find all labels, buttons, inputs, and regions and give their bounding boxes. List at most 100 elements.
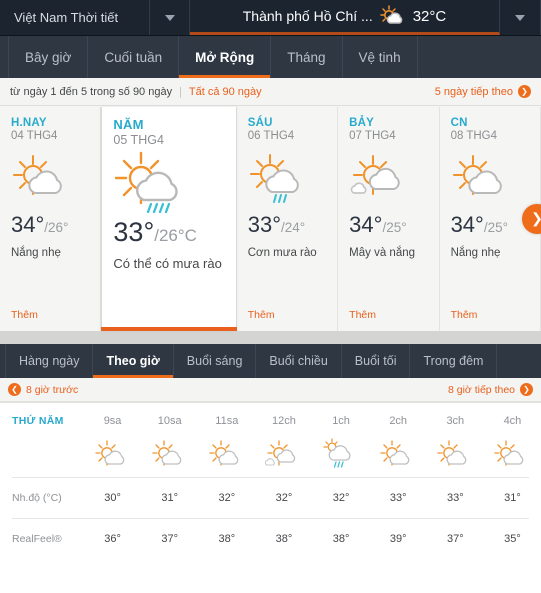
prev-hours-button[interactable]: ❮ 8 giờ trước — [8, 383, 78, 396]
low-temp: /26° — [44, 220, 69, 235]
condition-phrase: Mây và nắng — [349, 247, 416, 259]
tab-buoi-sang[interactable]: Buổi sáng — [174, 344, 257, 378]
more-link[interactable]: Thêm — [11, 309, 38, 321]
hourly-times-row: THỨ NĂM 9sa 10sa 11sa 12ch 1ch 2ch 3ch 4… — [0, 403, 541, 435]
realfeel-cell: 35° — [504, 533, 521, 545]
more-link[interactable]: Thêm — [451, 309, 478, 321]
sun-cloud-rain-icon — [323, 437, 359, 472]
realfeel-row-label: RealFeel® — [12, 533, 62, 545]
day-card-bay[interactable]: BẢY 07 THG4 34°/25° Mây và nắng Thêm — [338, 107, 440, 331]
tab-label: Mở Rộng — [195, 49, 255, 65]
sun-cloud-icon — [451, 153, 513, 205]
all-days-link[interactable]: Tất cả 90 ngày — [189, 86, 262, 98]
low-temp: /24° — [281, 220, 306, 235]
temperature-row: Nh.độ (°C) 30° 31° 32° 32° 32° 33° 33° 3… — [0, 478, 541, 518]
sun-cloud-icon — [94, 439, 131, 470]
realfeel-cell: 38° — [275, 533, 293, 545]
more-link[interactable]: Thêm — [349, 309, 376, 321]
hourly-table: THỨ NĂM 9sa 10sa 11sa 12ch 1ch 2ch 3ch 4… — [0, 403, 541, 559]
city-dropdown-button[interactable] — [500, 0, 541, 35]
tab-label: Buổi sáng — [186, 354, 243, 368]
weather-icon-wrap — [11, 148, 89, 210]
tab-trong-dem[interactable]: Trong đêm — [410, 344, 498, 378]
weather-icon-wrap — [349, 148, 427, 210]
condition-phrase: Nắng nhẹ — [11, 247, 61, 259]
realfeel-row: RealFeel® 36° 37° 38° 38° 38° 39° 37° 35… — [0, 519, 541, 559]
sun-cloud-icon — [437, 439, 473, 470]
hour-icon-cell — [141, 439, 198, 473]
hour-time: 2ch — [389, 415, 408, 427]
low-temp: /25° — [483, 220, 509, 235]
day-date: 04 THG4 — [11, 130, 58, 142]
chevron-down-icon — [164, 14, 175, 21]
hour-icon-cell — [84, 439, 141, 473]
tab-label: Theo giờ — [106, 354, 160, 368]
temperature-cell: 32° — [332, 492, 350, 504]
tab-thang[interactable]: Tháng — [271, 36, 343, 78]
chevron-right-icon: ❯ — [531, 210, 541, 227]
hour-time: 12ch — [272, 415, 296, 427]
day-of-week: CN — [450, 117, 468, 129]
low-temp: /26°C — [154, 226, 197, 245]
more-link[interactable]: Thêm — [248, 309, 275, 321]
day-card-sau[interactable]: SÁU 06 THG4 33°/24° Cơn mưa rào Thêm — [237, 107, 339, 331]
hour-icon-cell — [370, 439, 427, 473]
weather-icon-wrap — [248, 148, 326, 210]
temperature-row-label: Nh.độ (°C) — [12, 492, 62, 504]
tab-theo-gio[interactable]: Theo giờ — [93, 344, 174, 378]
temperature-group: 33°/24° — [248, 212, 326, 238]
tab-bay-gio[interactable]: Bây giờ — [8, 36, 89, 78]
tab-ve-tinh[interactable]: Vệ tinh — [343, 36, 418, 78]
temperature-cell: 31° — [504, 492, 521, 504]
day-date: 06 THG4 — [247, 130, 295, 142]
hour-icon-cell — [255, 439, 312, 473]
day-of-week: BẢY — [349, 117, 375, 129]
sun-cloud-small-icon — [264, 439, 303, 470]
temperature-group: 34°/25° — [349, 212, 427, 238]
weather-app: Việt Nam Thời tiết Thành phố Hồ Chí ... — [0, 0, 541, 593]
city-selector[interactable]: Thành phố Hồ Chí ... 32°C — [190, 0, 500, 35]
tab-buoi-chieu[interactable]: Buổi chiều — [256, 344, 342, 378]
sun-cloud-icon — [152, 439, 188, 470]
tab-label: Buổi tối — [354, 354, 397, 368]
realfeel-cell: 38° — [218, 533, 236, 545]
tab-buoi-toi[interactable]: Buổi tối — [342, 344, 411, 378]
realfeel-cell: 37° — [446, 533, 464, 545]
hour-icon-cell — [313, 437, 370, 475]
day-date: 07 THG4 — [349, 130, 396, 142]
arrow-left-circle-icon: ❮ — [8, 383, 21, 396]
temperature-cell: 32° — [275, 492, 293, 504]
hour-time: 10sa — [157, 415, 182, 427]
sun-cloud-icon — [209, 439, 245, 470]
next-hours-button[interactable]: 8 giờ tiếp theo ❯ — [448, 383, 533, 396]
next-hours-label: 8 giờ tiếp theo — [447, 383, 515, 396]
country-selector[interactable]: Việt Nam Thời tiết — [0, 0, 150, 35]
temperature-cell: 33° — [389, 492, 407, 504]
realfeel-cell: 37° — [161, 533, 178, 545]
condition-phrase: Cơn mưa rào — [247, 247, 317, 259]
high-temp: 33° — [113, 217, 155, 247]
hour-time: 9sa — [103, 415, 122, 427]
day-of-week: NĂM — [113, 117, 144, 132]
range-separator: | — [179, 85, 183, 98]
tab-cuoi-tuan[interactable]: Cuối tuần — [88, 36, 180, 78]
next-5-days-button[interactable]: 5 ngày tiếp theo ❯ — [435, 85, 531, 98]
day-card-selected[interactable]: NĂM 05 THG4 33°/26°C Có thể có mưa rào — [101, 107, 238, 331]
day-card-today[interactable]: H.NAY 04 THG4 34°/26° Nắng nhẹ Thêm — [0, 107, 102, 331]
high-temp: 34° — [450, 212, 484, 237]
weather-icon-wrap — [451, 148, 529, 210]
sun-cloud-small-icon — [349, 153, 411, 205]
tab-hang-ngay[interactable]: Hàng ngày — [5, 344, 94, 378]
realfeel-cell: 39° — [389, 533, 407, 545]
hour-time: 4ch — [503, 415, 522, 427]
hourly-day-label: THỨ NĂM — [12, 415, 64, 427]
tab-label: Vệ tinh — [358, 49, 401, 65]
country-dropdown-button[interactable] — [150, 0, 190, 35]
tab-label: Hàng ngày — [19, 354, 80, 368]
sun-cloud-icon — [11, 153, 73, 205]
temperature-cell: 30° — [104, 492, 121, 504]
day-date: 08 THG4 — [450, 130, 498, 142]
city-temperature: 32°C — [412, 7, 447, 25]
condition-phrase: Có thể có mưa rào — [113, 256, 222, 271]
tab-mo-rong[interactable]: Mở Rộng — [179, 36, 272, 78]
